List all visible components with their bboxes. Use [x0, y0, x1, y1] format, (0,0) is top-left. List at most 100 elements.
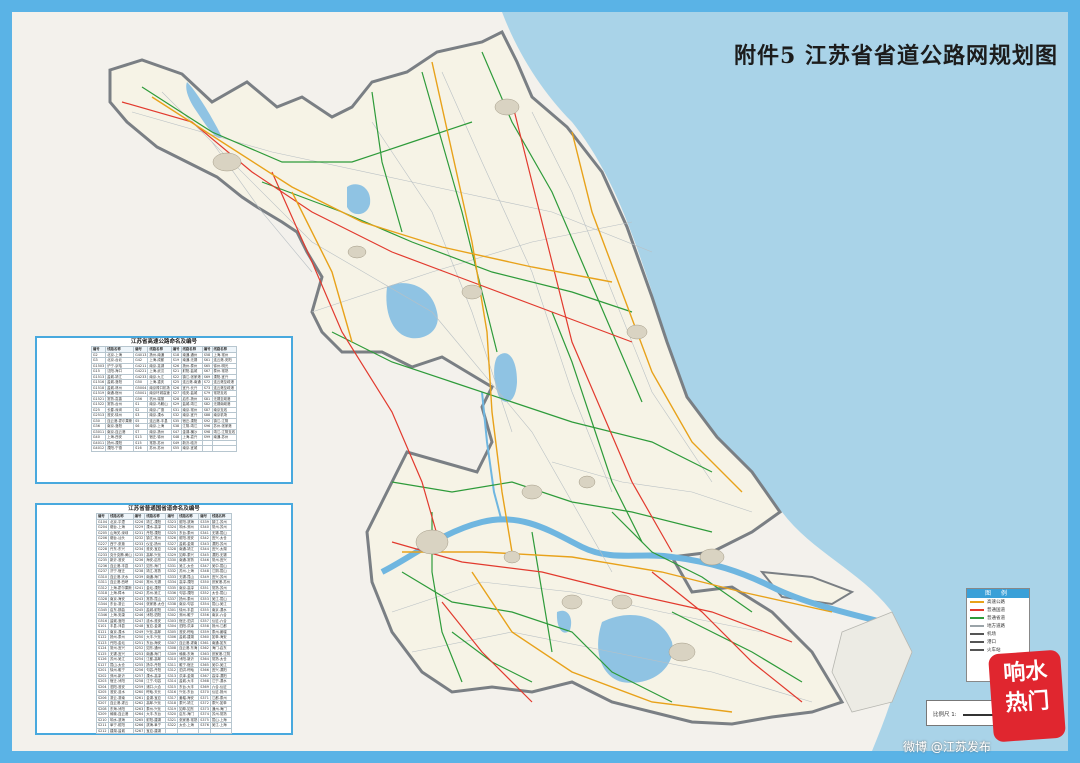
table-row: G4012 溧阳-宁德 S16 苏州-苏州 S55 南京-宜城 [90, 445, 238, 452]
table-row: G2 北京-上海 G4013 扬州-南通 S18 南通-通州 S58 上海-常州 [90, 351, 238, 358]
table-cell: S313 [165, 672, 179, 679]
table-cell: S341 [198, 529, 211, 536]
table-cell: S316 [165, 689, 179, 696]
table-cell: S334 [165, 579, 179, 586]
table-cell: S244 [132, 601, 146, 608]
table-cell [211, 445, 238, 452]
table-cell: S306 [165, 634, 179, 641]
city-yangzhou [521, 484, 543, 500]
table-cell: G516 [95, 617, 110, 624]
table-cell: S254 [132, 656, 146, 663]
table-cell: G346 [95, 612, 110, 619]
table-cell: S348 [198, 568, 211, 575]
table-cell: S226 [132, 518, 146, 525]
table-cell: S55 [170, 445, 182, 452]
table-cell: S319 [165, 705, 179, 712]
table-cell: S312 [165, 667, 179, 674]
table-cell: G4013 [133, 351, 149, 358]
table-cell: S322 [165, 722, 179, 729]
table-cell [177, 727, 200, 734]
table-cell: S245 [132, 606, 146, 613]
table-cell: S331 [165, 562, 179, 569]
table-cell: G4011 [90, 439, 107, 446]
table-cell: G4233 [133, 373, 149, 380]
table-cell: S309 [165, 650, 179, 657]
legend-label: 机场 [987, 632, 996, 637]
table-cell: G205 [95, 529, 110, 536]
table-cell: S361 [198, 639, 211, 646]
table-cell: S359 [198, 628, 211, 635]
table-cell: S267 [132, 727, 146, 734]
table-cell: S324 [165, 524, 179, 531]
table-cell: S235 [132, 551, 146, 558]
table-row: S212 建湖-盐城 S267 宝应-建湖 [95, 727, 233, 734]
table-cell: 张家港-太仓 [144, 601, 167, 608]
table-cell: S315 [165, 683, 179, 690]
table-cell: S263 [132, 705, 146, 712]
table-row: G40 上海-西安 S13 宿迁-徐州 S48 上海-嘉兴 S99 南通-苏州 [90, 434, 238, 441]
table-cell: S314 [165, 678, 179, 685]
table-cell: G104 [95, 518, 110, 525]
city-suzhou [668, 642, 696, 662]
scale-label: 比例尺 1: [933, 712, 957, 718]
table-cell: S358 [198, 623, 211, 630]
legend-swatch [970, 641, 984, 643]
legend-item: 港口 [967, 638, 1029, 646]
table-cell: S363 [198, 650, 211, 657]
legend-items: 高速公路 普通国道 普通省道 地方道路 机场 港口 火车站 [967, 598, 1029, 654]
legend-item: 地方道路 [967, 622, 1029, 630]
table-cell: S307 [165, 639, 179, 646]
table-row: G3011 南京-连云港 S7 南京-扬州 S47 金湖-横沙 S98 靖江-江阴支线 [90, 428, 238, 435]
table-cell: S353 [198, 595, 211, 602]
table-cell: S351 [198, 584, 211, 591]
city-wuxi [611, 594, 633, 610]
table-cell: S325 [165, 529, 179, 536]
table-cell: 连云港-东海 [177, 645, 200, 652]
table-cell: S253 [132, 650, 146, 657]
legend-swatch [970, 625, 984, 627]
table-cell: G4211 [133, 362, 149, 369]
table-cell: G227 [95, 540, 110, 547]
table-cell: S266 [132, 722, 146, 729]
table-cell: S360 [198, 634, 211, 641]
table-cell: S265 [132, 716, 146, 723]
table-cell: S342 [198, 535, 211, 542]
table-cell: G235 [95, 557, 110, 564]
stamp-line-2: 热门 [1004, 688, 1051, 717]
table-cell: S370 [198, 689, 211, 696]
table-cell: 上海-霍尔果斯 [108, 584, 134, 591]
table-cell: S248 [132, 623, 146, 630]
table-cell: 南京-宜城 [180, 445, 203, 452]
city-taizhou [578, 475, 596, 489]
table-cell: S231 [132, 529, 146, 536]
table-cell: S236 [132, 557, 146, 564]
table-cell: S302 [165, 612, 179, 619]
table-row: G1519 南通-宿州 G5001 南京环城高速 S27 临安-盐城 S79 常熟支线 [90, 390, 238, 397]
table-cell: S229 [132, 524, 146, 531]
table-cell: S344 [198, 546, 211, 553]
table-cell: S260 [132, 689, 146, 696]
city-nantong [699, 548, 725, 566]
table-cell: S233 [132, 540, 146, 547]
table-cell: G233 [95, 551, 110, 558]
table-cell: 张家港-常熟 [177, 716, 200, 723]
table-cell: S352 [198, 590, 211, 597]
table-cell: S354 [198, 601, 211, 608]
legend-swatch [970, 601, 984, 603]
table-cell: G204 [95, 524, 110, 531]
table-cell: G5001 [133, 390, 149, 397]
table-cell: G1513 [90, 373, 107, 380]
table-cell: 南京禄口机场 [147, 384, 172, 391]
table-cell: 连云港-南通 [180, 379, 203, 386]
table-cell: G344 [95, 601, 110, 608]
table-cell: 连云港-丰县 [147, 417, 172, 424]
table-cell: S240 [132, 579, 146, 586]
table-cell: S261 [132, 694, 146, 701]
table-cell: S242 [132, 590, 146, 597]
table-cell: S333 [165, 573, 179, 580]
table-cell: S303 [165, 617, 179, 624]
table-cell [165, 727, 179, 734]
table-row: G25 长春-深圳 S2 南京-广德 S31 南京-常州 S87 南京支线 [90, 406, 238, 413]
table-cell: S250 [132, 634, 146, 641]
table-cell: S308 [165, 645, 179, 652]
